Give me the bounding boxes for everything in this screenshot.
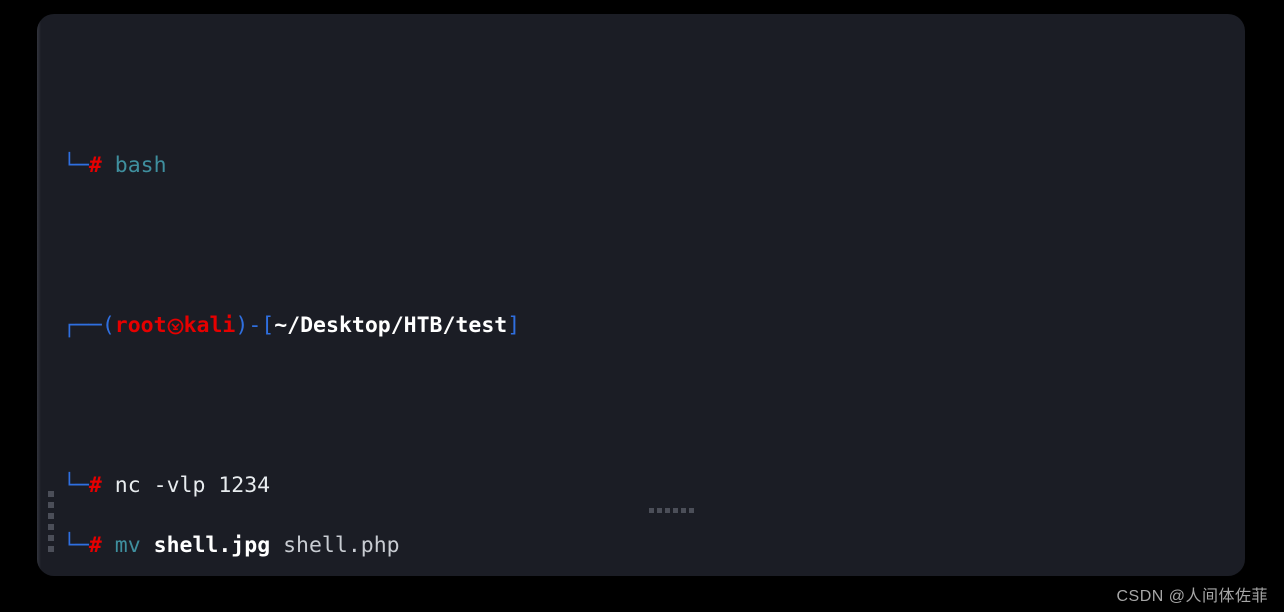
prompt-user: root xyxy=(114,313,167,338)
marker-dot xyxy=(657,508,662,513)
collapsed-gutter-dots xyxy=(48,491,54,557)
panel-left-edge xyxy=(37,14,41,576)
collapsed-content-marker[interactable] xyxy=(649,508,694,513)
prompt-corner-top-icon: ┌── xyxy=(63,313,102,338)
gutter-dot xyxy=(48,535,54,541)
prompt-sigil: # xyxy=(88,473,102,498)
prompt-corner-bottom-icon: └─ xyxy=(63,533,89,558)
csdn-watermark: CSDN @人间体佐菲 xyxy=(1116,588,1268,605)
gutter-dot xyxy=(48,502,54,508)
command-nc: nc -vlp 1234 xyxy=(114,473,271,498)
prompt-line-bash: └─# bash xyxy=(63,150,1245,182)
gutter-dot xyxy=(48,491,54,497)
prompt-bracket-close: ] xyxy=(507,313,521,338)
prompt-branch-icon: └─ xyxy=(63,153,89,178)
marker-dot xyxy=(681,508,686,513)
screenshot-root: └─# bash ┌──(root kali)-[~/Desktop/HTB/te… xyxy=(0,0,1284,612)
marker-dot xyxy=(665,508,670,513)
kali-dragon-icon xyxy=(167,318,184,335)
prompt-sigil: # xyxy=(88,533,102,558)
gutter-dot xyxy=(48,524,54,530)
gutter-dot xyxy=(48,546,54,552)
terminal-output-area[interactable]: └─# bash ┌──(root kali)-[~/Desktop/HTB/te… xyxy=(63,22,1245,576)
gutter-dot xyxy=(48,513,54,519)
prompt-line-nc: └─# nc -vlp 1234 xyxy=(63,470,1245,502)
command-mv-arg-source: shell.jpg xyxy=(153,533,271,558)
prompt-host: kali xyxy=(183,313,236,338)
prompt-line-header: ┌──(root kali)-[~/Desktop/HTB/test] xyxy=(63,310,1245,342)
prompt-bracket-open: [ xyxy=(261,313,275,338)
marker-dot xyxy=(649,508,654,513)
command-mv-arg-dest: shell.php xyxy=(283,533,400,558)
command-bash: bash xyxy=(114,153,167,178)
prompt-paren-close: ) xyxy=(235,313,249,338)
command-mv: mv xyxy=(114,533,141,558)
prompt-corner-bottom-icon: └─ xyxy=(63,473,89,498)
prompt-dash: - xyxy=(248,313,262,338)
marker-dot xyxy=(673,508,678,513)
prompt-cwd: ~/Desktop/HTB/test xyxy=(274,313,508,338)
marker-dot xyxy=(689,508,694,513)
prompt-paren-open: ( xyxy=(101,313,115,338)
prompt-sigil: # xyxy=(88,153,102,178)
prompt-line-mv: └─# mv shell.jpg shell.php xyxy=(63,530,400,562)
terminal-panel[interactable]: └─# bash ┌──(root kali)-[~/Desktop/HTB/te… xyxy=(37,14,1245,576)
